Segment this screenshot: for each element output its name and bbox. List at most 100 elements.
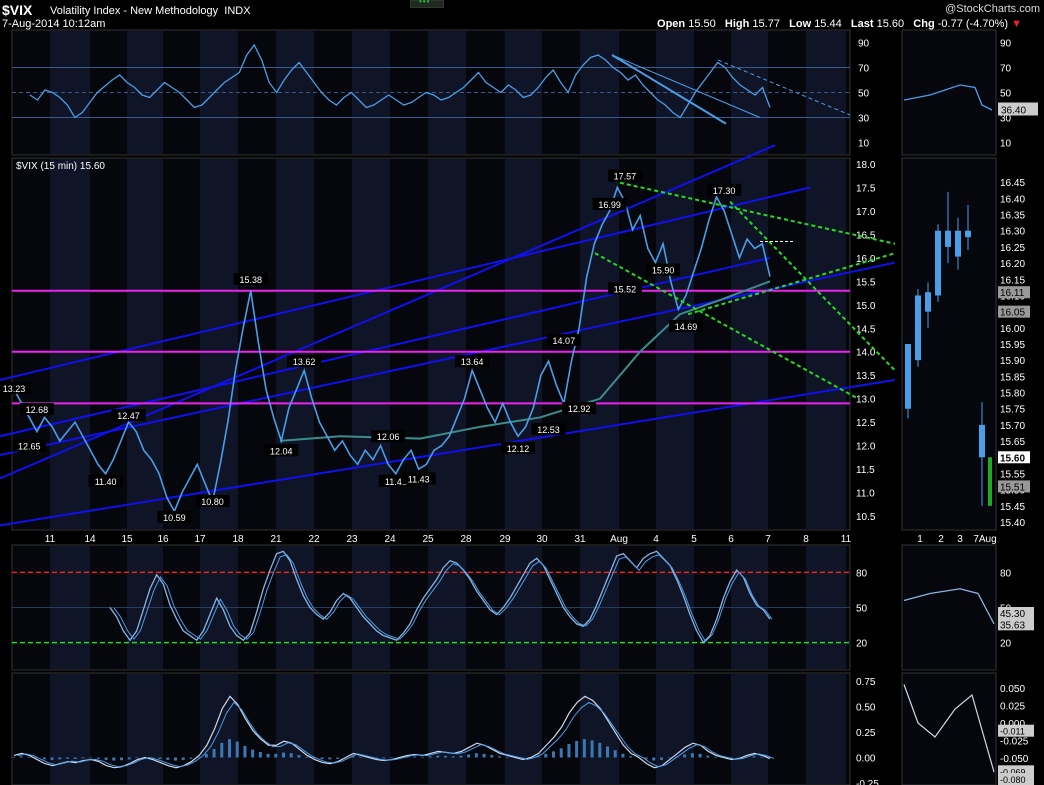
- day-shade: [731, 159, 768, 529]
- x-tick-label: 16: [157, 534, 169, 545]
- macd-histogram-bar: [598, 742, 602, 758]
- macd-histogram-bar: [189, 757, 193, 759]
- macd-histogram-bar: [50, 757, 54, 760]
- stock-chart: 11 14 15 16 17 18 21 22 23 24 25 28 29 30 31 Aug 4 5 6 7 8 11…: [0, 29, 1038, 785]
- candle-body: [955, 230, 961, 257]
- price-label: 11.40: [95, 477, 117, 487]
- chg-label: Chg: [913, 18, 935, 30]
- macd-histogram-bar: [96, 757, 100, 759]
- day-shade: [505, 674, 542, 784]
- macd-histogram-bar: [444, 755, 447, 758]
- right-price-tick: 16.00: [1000, 324, 1025, 335]
- candle-body: [925, 292, 931, 312]
- x-tick-label: 11: [841, 534, 852, 545]
- macd-tick: 0.75: [856, 677, 876, 688]
- stoch-tick: 50: [856, 604, 868, 615]
- macd-histogram-bar: [235, 741, 239, 758]
- right-price-tick: 15.95: [1000, 340, 1025, 351]
- top-indicator-tag-text: 36.40: [1001, 106, 1026, 117]
- volume-bar: [988, 457, 992, 506]
- macd-histogram-bar: [390, 757, 393, 759]
- right-price-tag-text: 15.60: [1000, 453, 1025, 464]
- macd-histogram-bar: [174, 757, 177, 761]
- triangle-down-icon: ▼: [1011, 18, 1022, 30]
- candle-body: [965, 230, 971, 238]
- x-tick-label: 24: [384, 534, 396, 545]
- x-tick-label: 22: [308, 534, 320, 545]
- macd-histogram-bar: [19, 756, 23, 758]
- macd-histogram-bar: [66, 757, 69, 759]
- candle-body: [979, 424, 985, 458]
- macd-histogram-bar: [698, 753, 702, 758]
- macd-histogram-bar: [73, 757, 77, 760]
- price-tick: 11.5: [856, 465, 875, 476]
- x-tick-label: 28: [460, 534, 472, 545]
- day-shade: [656, 674, 694, 784]
- macd-histogram-bar: [413, 756, 417, 758]
- right-stoch-tick: 80: [1000, 568, 1012, 579]
- x-tick-label: Aug: [610, 534, 628, 545]
- price-tick: 17.5: [856, 183, 876, 194]
- price-label: 10.80: [201, 497, 224, 507]
- macd-tick: 0.00: [856, 754, 876, 765]
- macd-histogram-bar: [104, 757, 108, 760]
- x-tick-label: 29: [499, 534, 511, 545]
- macd-histogram-bar: [282, 752, 285, 758]
- macd-histogram-bar: [135, 757, 139, 759]
- macd-histogram-bar: [243, 745, 247, 758]
- price-tick: 13.5: [856, 371, 876, 382]
- right-price-tick: 16.20: [1000, 259, 1025, 270]
- day-shade: [127, 159, 163, 529]
- macd-histogram-bar: [289, 753, 293, 758]
- x-tick-label: 4: [653, 534, 659, 545]
- high-value: 15.77: [752, 18, 780, 30]
- right-price-tick: 15.70: [1000, 421, 1025, 432]
- chart-menu-button[interactable]: •••: [410, 0, 444, 8]
- stoch-tag-text: 35.63: [1000, 620, 1025, 631]
- macd-tick: -0.25: [856, 779, 879, 785]
- macd-histogram-bar: [660, 757, 663, 760]
- right-stoch-tick: 20: [1000, 639, 1012, 650]
- price-label: 13.62: [293, 357, 316, 367]
- low-label: Low: [789, 18, 812, 30]
- macd-histogram-bar: [58, 757, 62, 760]
- right-price-tick: 16.15: [1000, 275, 1025, 286]
- macd-histogram-bar: [220, 742, 224, 758]
- macd-histogram-bar: [336, 757, 339, 759]
- price-tick: 17.0: [856, 207, 876, 218]
- macd-tag-text: -0.011: [1000, 727, 1025, 737]
- macd-histogram-bar: [112, 757, 116, 761]
- macd-histogram-bar: [382, 757, 386, 759]
- macd-histogram-bar: [158, 757, 162, 760]
- macd-histogram-bar: [436, 755, 440, 758]
- x-tick-label: 21: [270, 534, 282, 545]
- chg-value: -0.77 (-4.70%): [937, 18, 1009, 30]
- macd-histogram-bar: [89, 757, 93, 759]
- x-tick-label: 18: [232, 534, 244, 545]
- x-tick-label: 5: [691, 534, 697, 545]
- x-tick-label: 17: [194, 534, 206, 545]
- macd-histogram-bar: [567, 744, 571, 758]
- ticker-symbol: $VIX: [2, 2, 33, 18]
- right-price-tick: 16.45: [1000, 178, 1025, 189]
- price-label: 12.65: [18, 442, 41, 452]
- price-label: 14.07: [553, 336, 576, 346]
- index-name-text: Volatility Index - New Methodology: [50, 5, 219, 17]
- macd-histogram-bar: [127, 757, 131, 760]
- day-shade: [200, 674, 238, 784]
- macd-histogram-bar: [505, 756, 509, 758]
- price-label: 12.04: [270, 446, 293, 456]
- day-shade: [505, 159, 542, 529]
- price-label: 11.43: [408, 474, 430, 484]
- macd-histogram-bar: [467, 754, 471, 758]
- macd-histogram-bar: [652, 757, 656, 761]
- right-price-tick: 16.35: [1000, 211, 1025, 222]
- macd-histogram-bar: [420, 756, 424, 758]
- price-label: 12.47: [117, 411, 140, 421]
- top-indicator-tick: 30: [858, 114, 870, 125]
- day-shade: [352, 674, 390, 784]
- macd-histogram-bar: [12, 756, 15, 758]
- right-price-tick: 15.45: [1000, 502, 1025, 513]
- macd-histogram-bar: [320, 757, 324, 760]
- right-x-tick-label: 1: [917, 534, 923, 545]
